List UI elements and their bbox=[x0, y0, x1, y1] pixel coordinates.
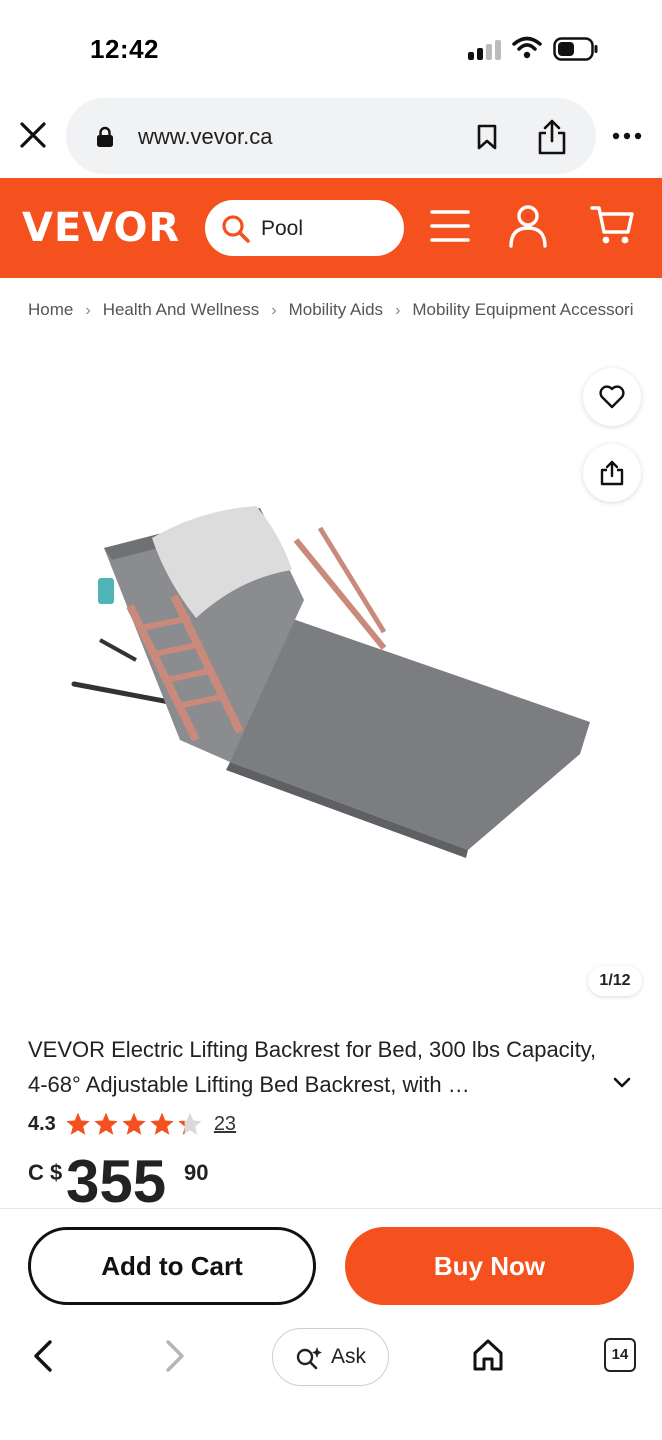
cart-icon[interactable] bbox=[590, 204, 634, 246]
browser-toolbar: Ask 14 bbox=[0, 1320, 662, 1440]
breadcrumb: Home › Health And Wellness › Mobility Aids › M… bbox=[28, 300, 634, 330]
address-bar[interactable]: www.vevor.ca bbox=[66, 98, 596, 174]
share-product-button[interactable] bbox=[583, 444, 641, 502]
breadcrumb-mobility-equipment[interactable]: Mobility Equipment Accessories bbox=[412, 300, 634, 319]
tabs-button[interactable]: 14 bbox=[604, 1338, 636, 1372]
wishlist-button[interactable] bbox=[583, 368, 641, 426]
star-icon bbox=[178, 1112, 202, 1135]
product-gallery[interactable]: 1/12 bbox=[0, 350, 662, 1010]
user-account-icon[interactable] bbox=[508, 204, 548, 248]
breadcrumb-mobility-aids[interactable]: Mobility Aids bbox=[289, 300, 383, 319]
cellular-signal-icon bbox=[468, 40, 502, 60]
share-icon[interactable] bbox=[536, 118, 568, 156]
lock-icon bbox=[97, 126, 113, 147]
heart-icon bbox=[599, 385, 625, 409]
ask-label: Ask bbox=[331, 1345, 367, 1368]
more-options-icon[interactable] bbox=[612, 132, 642, 140]
add-to-cart-button[interactable]: Add to Cart bbox=[28, 1227, 316, 1305]
ask-sparkle-search-icon bbox=[296, 1347, 322, 1370]
bookmark-icon[interactable] bbox=[476, 124, 498, 150]
rating-row: 4.3 23 bbox=[28, 1110, 236, 1138]
breadcrumb-home[interactable]: Home bbox=[28, 300, 73, 319]
vevor-logo[interactable]: VEVOR bbox=[22, 205, 180, 251]
search-value: Pool bbox=[261, 217, 304, 240]
review-count-link[interactable]: 23 bbox=[214, 1113, 236, 1136]
price-integer: 355 bbox=[66, 1148, 167, 1215]
search-input[interactable]: Pool bbox=[205, 200, 404, 256]
chevron-right-icon: › bbox=[85, 302, 91, 319]
star-icon bbox=[94, 1112, 118, 1135]
wifi-icon bbox=[512, 36, 542, 59]
ask-button[interactable]: Ask bbox=[272, 1328, 389, 1386]
star-icon bbox=[122, 1112, 146, 1135]
share-icon bbox=[600, 460, 624, 486]
breadcrumb-health-and-wellness[interactable]: Health And Wellness bbox=[103, 300, 260, 319]
home-icon[interactable] bbox=[472, 1338, 504, 1372]
browser-url-bar: www.vevor.ca bbox=[0, 96, 662, 178]
status-bar: 12:42 bbox=[0, 0, 662, 96]
rating-value: 4.3 bbox=[28, 1112, 56, 1135]
url-text: www.vevor.ca bbox=[138, 124, 273, 149]
back-arrow-icon[interactable] bbox=[28, 1338, 58, 1374]
chevron-down-icon[interactable] bbox=[613, 1076, 631, 1090]
price-currency: C $ bbox=[28, 1160, 63, 1185]
close-icon[interactable] bbox=[16, 118, 50, 152]
product-image[interactable] bbox=[70, 500, 600, 860]
status-time: 12:42 bbox=[90, 34, 159, 64]
star-icon bbox=[66, 1112, 90, 1135]
chevron-right-icon: › bbox=[271, 302, 277, 319]
menu-icon[interactable] bbox=[430, 208, 470, 244]
purchase-action-bar: Add to Cart Buy Now bbox=[0, 1208, 662, 1320]
product-title-row: VEVOR Electric Lifting Backrest for Bed,… bbox=[28, 1032, 634, 1102]
chevron-right-icon: › bbox=[395, 302, 401, 319]
battery-icon bbox=[553, 37, 598, 61]
star-rating bbox=[64, 1111, 204, 1137]
site-header: VEVOR Pool bbox=[0, 178, 662, 278]
product-title: VEVOR Electric Lifting Backrest for Bed,… bbox=[28, 1037, 597, 1097]
star-icon bbox=[150, 1112, 174, 1135]
forward-arrow-icon[interactable] bbox=[160, 1338, 190, 1374]
buy-now-button[interactable]: Buy Now bbox=[345, 1227, 634, 1305]
search-icon bbox=[222, 215, 250, 243]
price-decimal: 90 bbox=[184, 1160, 209, 1185]
image-counter: 1/12 bbox=[588, 966, 642, 996]
